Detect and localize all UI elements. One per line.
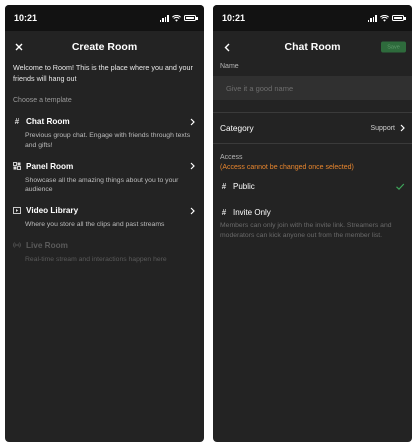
template-title: Live Room <box>26 240 68 250</box>
template-desc: Where you store all the clips and past s… <box>25 221 165 229</box>
close-icon[interactable] <box>11 39 27 55</box>
broadcast-icon <box>13 241 21 249</box>
hash-icon: # <box>221 182 227 191</box>
template-chat-room[interactable]: # Chat Room Previous group chat. Engage … <box>5 116 204 151</box>
choose-template-label: Choose a template <box>13 97 72 104</box>
option-desc: Members can only join with the invite li… <box>220 222 392 239</box>
template-title: Panel Room <box>26 161 74 171</box>
video-icon <box>13 207 21 215</box>
access-option-public[interactable]: # Public <box>213 181 412 192</box>
wifi-icon <box>172 14 181 22</box>
chevron-right-icon <box>189 161 196 172</box>
template-panel-room[interactable]: Panel Room Showcase all the amazing thin… <box>5 161 204 196</box>
nav-bar: Create Room <box>5 31 204 63</box>
chat-room-screen: 10:21 Chat Room Save Name Give it a good… <box>213 5 412 442</box>
template-title: Video Library <box>26 206 79 216</box>
chevron-right-icon <box>189 116 196 127</box>
template-title: Chat Room <box>26 117 70 126</box>
signal-icon <box>367 14 377 22</box>
category-row[interactable]: Category Support <box>213 112 412 144</box>
template-desc: Previous group chat. Engage with friends… <box>25 132 191 149</box>
wifi-icon <box>380 14 389 22</box>
nav-bar: Chat Room Save <box>213 31 412 63</box>
access-option-invite-only[interactable]: # Invite Only <box>213 207 412 218</box>
name-label: Name <box>220 63 239 70</box>
template-video-library[interactable]: Video Library Where you store all the cl… <box>5 205 204 230</box>
template-desc: Showcase all the amazing things about yo… <box>25 176 179 194</box>
page-title: Chat Room <box>284 41 341 53</box>
status-time: 10:21 <box>222 13 246 23</box>
signal-icon <box>159 14 169 22</box>
chevron-right-icon <box>189 205 196 216</box>
option-label: Public <box>233 182 255 191</box>
category-label: Category <box>220 123 254 133</box>
panel-icon <box>13 162 21 171</box>
access-label: Access <box>220 154 243 161</box>
hash-icon: # <box>14 117 20 126</box>
option-label: Invite Only <box>233 208 271 217</box>
status-time: 10:21 <box>14 13 38 23</box>
access-warning: (Access cannot be changed once selected) <box>220 164 354 171</box>
hash-icon: # <box>221 208 227 217</box>
template-live-room: Live Room Real-time stream and interacti… <box>5 240 204 265</box>
battery-icon <box>392 15 406 21</box>
back-arrow-icon[interactable] <box>219 39 235 55</box>
battery-icon <box>184 15 198 21</box>
name-input[interactable]: Give it a good name <box>213 76 412 100</box>
category-value: Support <box>370 124 395 132</box>
template-desc: Real-time stream and interactions happen… <box>25 255 167 263</box>
page-title: Create Room <box>71 41 138 53</box>
chevron-right-icon <box>400 124 405 132</box>
welcome-text: Welcome to Room! This is the place where… <box>13 63 193 83</box>
checkmark-icon <box>396 183 405 191</box>
save-button[interactable]: Save <box>381 41 406 53</box>
create-room-screen: 10:21 Create Room Welcome to Room! This … <box>5 5 204 442</box>
status-bar: 10:21 <box>213 5 412 31</box>
status-bar: 10:21 <box>5 5 204 31</box>
